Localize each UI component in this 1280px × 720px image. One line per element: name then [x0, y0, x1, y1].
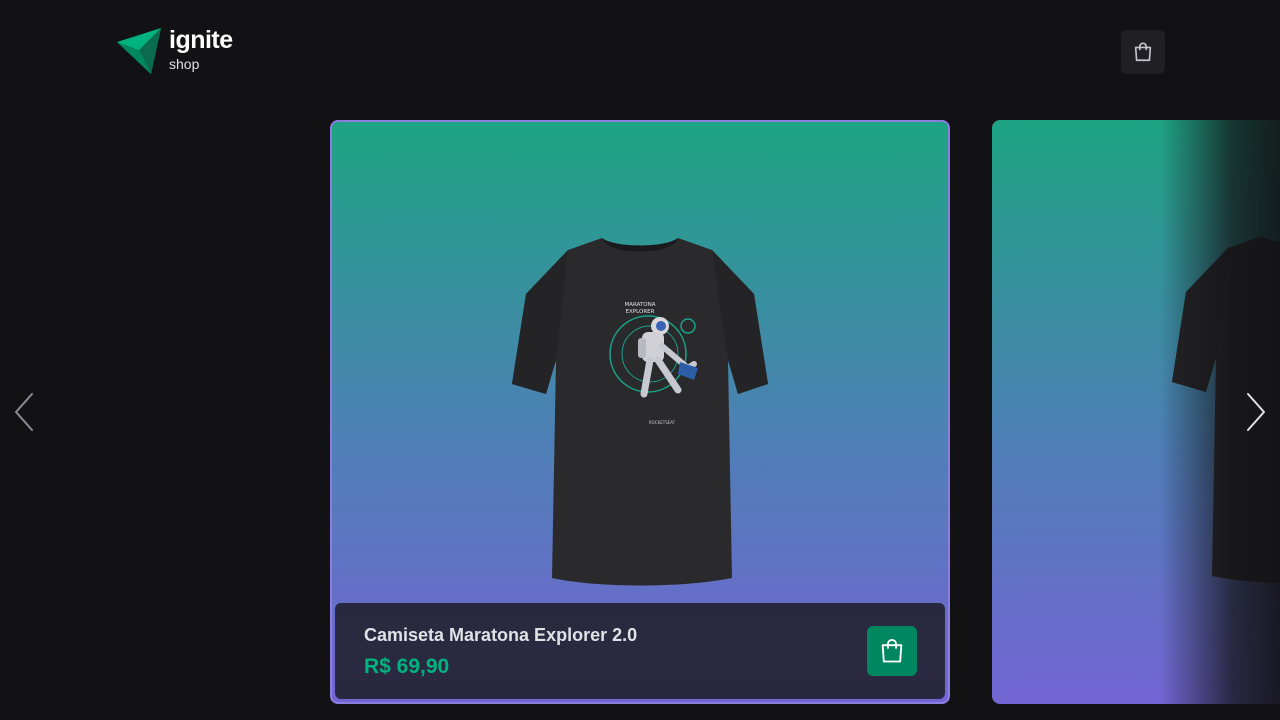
product-card[interactable]: MARATONA EXPLORER ROCKETSEAT Camiseta Ma… — [330, 120, 950, 704]
shopping-bag-icon — [881, 639, 903, 663]
product-card-next[interactable] — [992, 120, 1280, 704]
page: ignite shop MARATONA EXPLORER ROCKETSEAT… — [0, 0, 1280, 720]
shopping-bag-icon — [1134, 42, 1152, 62]
carousel-next-button[interactable] — [1242, 390, 1270, 434]
add-to-cart-button[interactable] — [867, 626, 917, 676]
header: ignite shop — [0, 0, 1280, 104]
tshirt-image: MARATONA EXPLORER ROCKETSEAT — [512, 238, 768, 586]
carousel-prev-button[interactable] — [10, 390, 38, 434]
product-info-footer: Camiseta Maratona Explorer 2.0 R$ 69,90 — [335, 603, 945, 699]
logo[interactable]: ignite shop — [115, 28, 233, 76]
product-carousel: MARATONA EXPLORER ROCKETSEAT Camiseta Ma… — [0, 120, 1280, 704]
chevron-right-icon — [1247, 393, 1265, 431]
logo-title: ignite — [169, 26, 233, 54]
svg-text:MARATONA: MARATONA — [624, 302, 655, 308]
svg-text:EXPLORER: EXPLORER — [626, 309, 655, 315]
svg-text:ROCKETSEAT: ROCKETSEAT — [649, 420, 676, 425]
logo-text: ignite shop — [169, 26, 233, 72]
cart-button[interactable] — [1121, 30, 1165, 74]
product-name: Camiseta Maratona Explorer 2.0 — [364, 625, 638, 645]
logo-icon — [117, 28, 161, 74]
logo-subtitle: shop — [169, 56, 200, 72]
product-price: R$ 69,90 — [364, 655, 450, 678]
chevron-left-icon — [15, 393, 33, 431]
